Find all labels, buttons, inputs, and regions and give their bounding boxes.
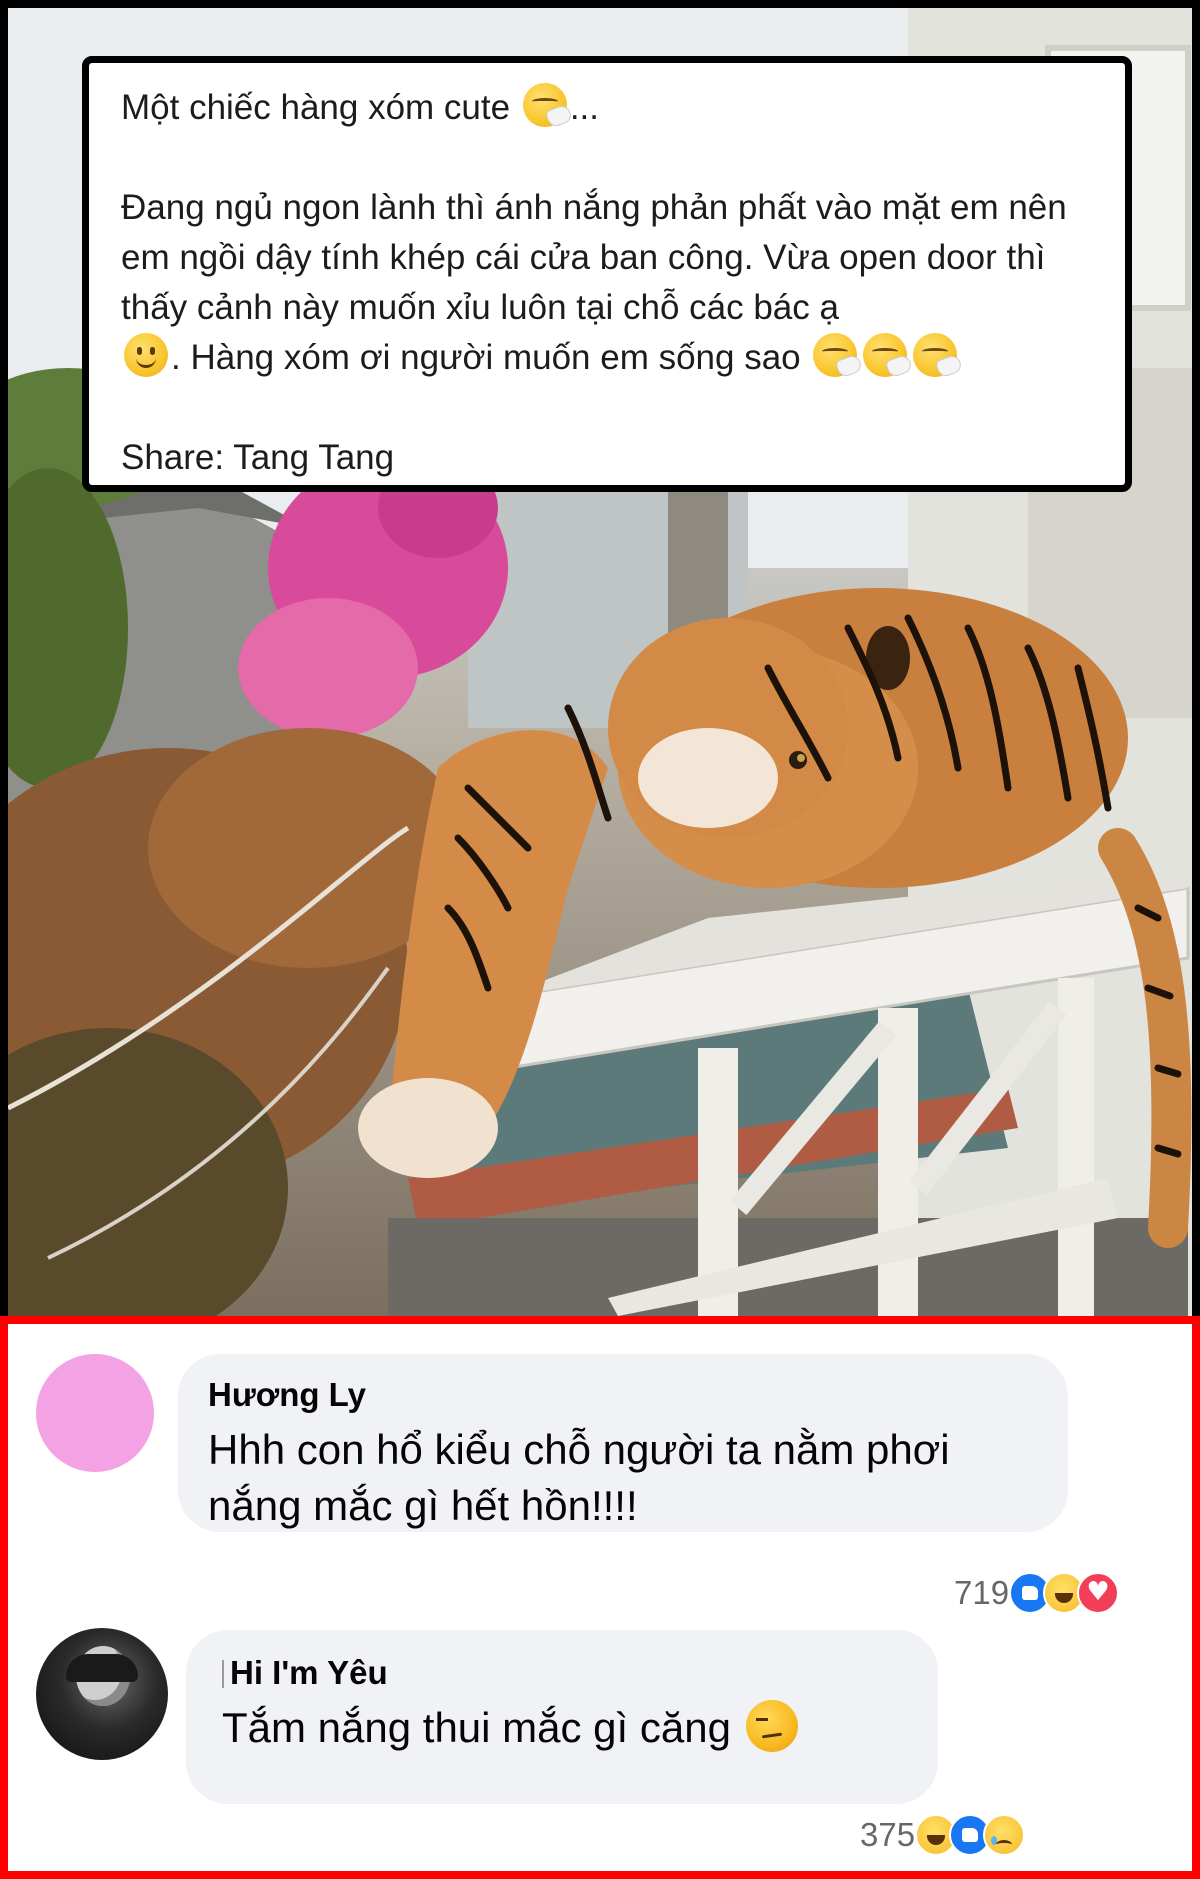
comment-author[interactable]: Hi I'm Yêu [222, 1652, 902, 1694]
comment-reactions[interactable]: 719 [954, 1572, 1120, 1614]
avatar[interactable] [36, 1354, 154, 1472]
avatar[interactable] [36, 1628, 168, 1760]
love-icon [1077, 1572, 1120, 1614]
caption-body-line: . Hàng xóm ơi người muốn em sống sao [121, 333, 1093, 383]
caption-title-suffix: ... [569, 88, 600, 127]
reaction-count: 719 [954, 1574, 1010, 1611]
unamused-face-icon [745, 1700, 798, 1752]
caption-title: Một chiếc hàng xóm cute ... [121, 83, 1093, 133]
reaction-count: 375 [860, 1816, 916, 1853]
post-caption-box: Một chiếc hàng xóm cute ... Đang ngủ ngo… [82, 56, 1132, 492]
caption-body: Đang ngủ ngon lành thì ánh nắng phản phấ… [121, 183, 1093, 333]
caption-body-text: Đang ngủ ngon lành thì ánh nắng phản phấ… [121, 188, 1067, 327]
sneezing-face-icon [522, 83, 567, 127]
sneezing-face-icon [863, 333, 908, 377]
smiling-face-icon [124, 333, 168, 377]
comment-author[interactable]: Hương Ly [208, 1374, 1038, 1416]
post-photo[interactable]: Một chiếc hàng xóm cute ... Đang ngủ ngo… [8, 8, 1192, 1316]
comment-text: Hhh con hổ kiểu chỗ người ta nằm phơi nắ… [208, 1426, 950, 1529]
caption-body-text-2: . Hàng xóm ơi người muốn em sống sao [171, 338, 801, 377]
sneezing-face-icon [913, 333, 958, 377]
sneezing-face-icon [813, 333, 858, 377]
comment-reactions[interactable]: 375 [860, 1814, 1026, 1856]
comments-section: Hương Ly Hhh con hổ kiểu chỗ người ta nằ… [0, 1316, 1200, 1879]
comment-text-content: Tắm nắng thui mắc gì căng [222, 1704, 731, 1751]
comment-text: Tắm nắng thui mắc gì căng [222, 1700, 902, 1756]
sad-icon [983, 1814, 1026, 1856]
caption-share: Share: Tang Tang [121, 438, 395, 477]
comment-bubble[interactable]: Hương Ly Hhh con hổ kiểu chỗ người ta nằ… [178, 1354, 1068, 1532]
comment-bubble[interactable]: Hi I'm Yêu Tắm nắng thui mắc gì căng [186, 1630, 938, 1804]
screenshot-frame: Một chiếc hàng xóm cute ... Đang ngủ ngo… [0, 0, 1200, 1879]
caption-title-text: Một chiếc hàng xóm cute [121, 88, 511, 127]
